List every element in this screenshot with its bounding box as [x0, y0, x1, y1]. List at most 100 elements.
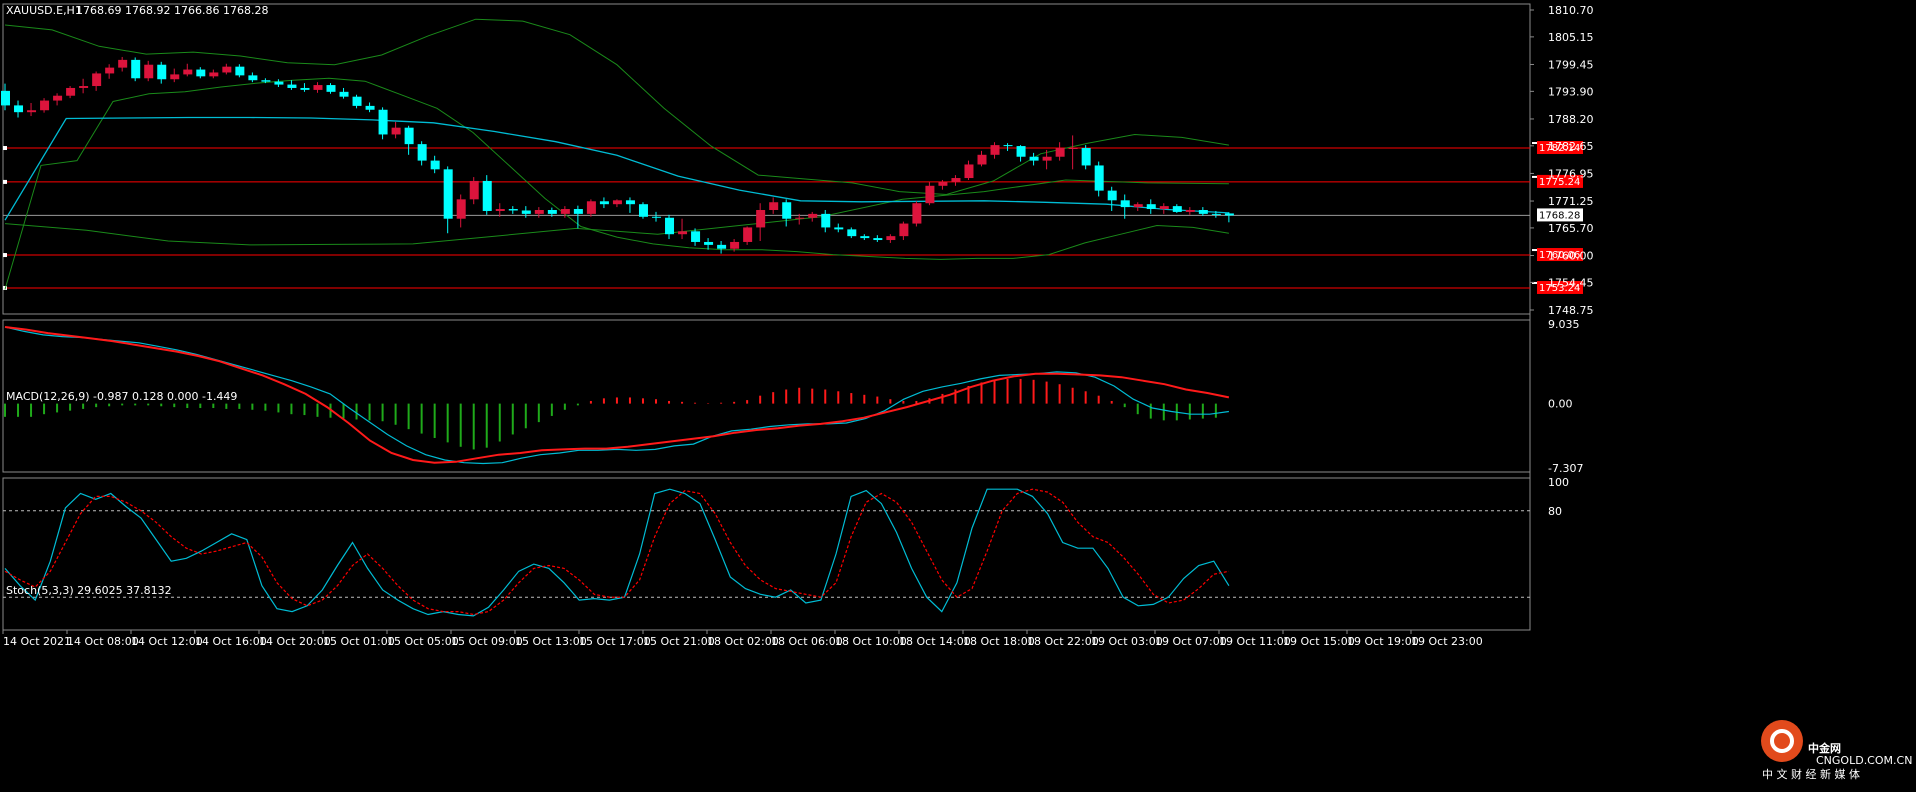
candle-body: [365, 105, 375, 110]
candle-body: [1159, 206, 1169, 210]
candle-body: [287, 84, 297, 88]
candle-body: [1068, 148, 1078, 150]
chart-background: [0, 0, 1916, 792]
candle-body: [53, 95, 63, 101]
price-tick-label-10: 1754.45: [1548, 276, 1594, 289]
candle-70[interactable]: [912, 201, 922, 227]
cngold-brand: 中金网: [1808, 741, 1841, 755]
candle-body: [66, 87, 76, 96]
candle-body: [821, 213, 831, 228]
level-handle-0[interactable]: [3, 146, 7, 151]
candle-37[interactable]: [482, 175, 492, 215]
candle-body: [599, 201, 609, 205]
candle-body: [730, 241, 740, 249]
candle-10[interactable]: [131, 57, 141, 82]
candle-body: [495, 209, 505, 211]
candle-body: [1224, 213, 1234, 216]
candle-body: [1133, 204, 1143, 208]
candle-body: [847, 229, 857, 237]
candle-body: [1055, 148, 1065, 157]
candle-body: [769, 202, 779, 210]
candle-body: [313, 85, 323, 90]
last-price-tag-label: 1768.28: [1539, 210, 1580, 221]
candle-body: [652, 216, 661, 218]
candle-body: [40, 100, 50, 111]
candle-body: [482, 180, 492, 211]
time-tick-label-16: 18 Oct 22:00: [1027, 635, 1099, 648]
candle-body: [118, 59, 128, 68]
ohlc-readout: 1768.69 1768.92 1766.86 1768.28: [76, 4, 268, 17]
candle-body: [209, 72, 219, 77]
candle-body: [743, 227, 753, 242]
cngold-logo-icon: [1761, 720, 1803, 762]
time-tick-label-15: 18 Oct 18:00: [963, 635, 1035, 648]
macd-tick-label-0: 9.035: [1548, 318, 1580, 331]
candle-body: [860, 236, 870, 239]
candle-body: [1, 90, 10, 106]
candle-body: [665, 217, 675, 235]
stoch-tick-label-1: 80: [1548, 505, 1562, 518]
candle-body: [157, 64, 167, 80]
candle-body: [678, 231, 688, 235]
candle-body: [235, 66, 245, 76]
time-tick-label-3: 14 Oct 16:00: [195, 635, 267, 648]
time-tick-label-7: 15 Oct 09:00: [451, 635, 523, 648]
candle-body: [925, 185, 935, 204]
candle-body: [79, 86, 89, 88]
time-tick-label-20: 19 Oct 15:00: [1283, 635, 1355, 648]
time-tick-label-21: 19 Oct 19:00: [1347, 635, 1419, 648]
candle-body: [534, 210, 544, 214]
price-tick-label-2: 1799.45: [1548, 58, 1594, 71]
candle-body: [469, 180, 479, 200]
candle-body: [352, 96, 362, 106]
candle-body: [339, 91, 349, 97]
candle-body: [261, 80, 271, 82]
candle-body: [417, 144, 427, 161]
candle-body: [573, 209, 583, 214]
time-tick-label-9: 15 Oct 17:00: [579, 635, 651, 648]
time-tick-label-1: 14 Oct 08:00: [67, 635, 139, 648]
price-tick-label-4: 1788.20: [1548, 113, 1594, 126]
symbol-title: XAUUSD.E,H1: [6, 4, 82, 17]
candle-body: [1198, 210, 1208, 214]
candle-body: [1146, 204, 1156, 210]
candle-body: [1016, 146, 1026, 157]
candle-body: [248, 75, 258, 81]
candle-body: [430, 160, 440, 170]
level-handle-2[interactable]: [3, 253, 7, 258]
candle-body: [170, 74, 180, 80]
candle-body: [873, 238, 883, 241]
candle-body: [144, 64, 154, 79]
time-tick-label-6: 15 Oct 05:00: [387, 635, 459, 648]
price-tick-label-9: 1760.00: [1548, 250, 1594, 263]
candle-body: [1211, 213, 1221, 215]
candle-body: [795, 217, 805, 219]
candle-body: [1094, 165, 1104, 191]
candle-body: [547, 210, 557, 214]
cngold-tagline: 中 文 财 经 新 媒 体: [1762, 767, 1860, 781]
price-tick-label-6: 1776.95: [1548, 167, 1594, 180]
level-handle-1[interactable]: [3, 179, 7, 184]
time-tick-label-14: 18 Oct 14:00: [899, 635, 971, 648]
price-tick-label-8: 1765.70: [1548, 222, 1594, 235]
trading-chart[interactable]: 1782.141775.241760.061753.24 1810.701805…: [0, 0, 1916, 792]
candle-body: [105, 67, 115, 74]
candle-body: [443, 169, 453, 219]
price-tick-label-1: 1805.15: [1548, 31, 1594, 44]
candle-49[interactable]: [638, 202, 648, 219]
candle-body: [27, 110, 37, 113]
candle-body: [717, 244, 727, 249]
candle-body: [92, 73, 102, 87]
candle-body: [612, 200, 622, 205]
candle-body: [508, 209, 518, 211]
candle-body: [691, 231, 701, 242]
candle-body: [1107, 190, 1117, 201]
candle-body: [886, 236, 896, 241]
candle-body: [1172, 206, 1182, 212]
candle-body: [808, 213, 818, 218]
candle-body: [196, 69, 206, 77]
price-tick-label-11: 1748.75: [1548, 304, 1594, 317]
candle-body: [782, 202, 792, 219]
candle-body: [899, 223, 909, 237]
time-tick-label-11: 18 Oct 02:00: [707, 635, 779, 648]
